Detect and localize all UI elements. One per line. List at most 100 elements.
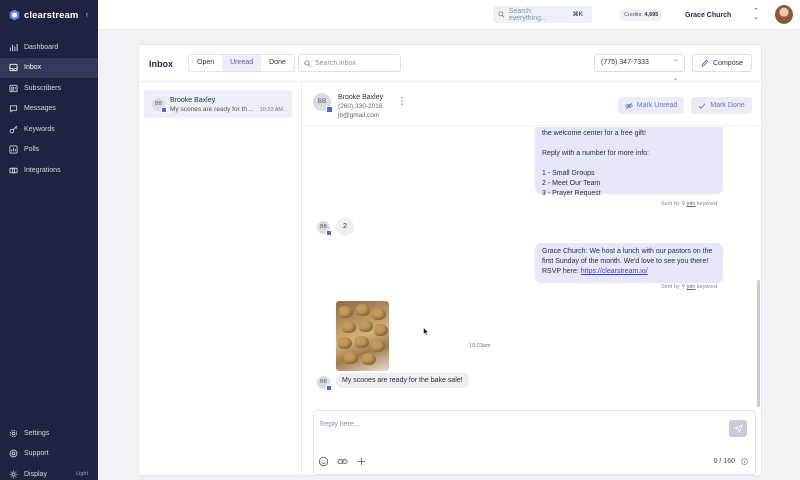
nav-label-dashboard: Dashboard <box>24 43 59 51</box>
keyword-link[interactable]: join <box>687 284 696 290</box>
rsvp-link[interactable]: https://clearstream.io/ <box>581 268 648 275</box>
link-button[interactable] <box>337 456 348 467</box>
nav-label-subscribers: Subscribers <box>24 84 61 92</box>
credits-value: 4,695 <box>644 12 659 18</box>
keywords-key-icon <box>9 125 18 134</box>
sent-by-label: Sent by ⚲ join keyword <box>661 201 718 207</box>
brand-name: clearstream <box>24 9 79 21</box>
brand[interactable]: clearstream <box>9 8 78 22</box>
link-icon <box>337 459 348 464</box>
nav-label-settings: Settings <box>24 429 50 437</box>
contact-avatar: BB <box>317 376 332 391</box>
reply-composer: 0 / 160 <box>313 410 756 475</box>
contact-name: Brooke Baxley <box>338 94 384 101</box>
messages-chat-icon <box>9 105 18 113</box>
send-button[interactable] <box>729 420 747 437</box>
info-icon[interactable] <box>741 458 748 465</box>
more-options-kebab-icon[interactable]: ⋯ <box>396 96 407 106</box>
inbox-search-input[interactable]: Search inbox <box>298 54 401 72</box>
scones-photo[interactable] <box>336 301 389 371</box>
sms-badge-icon <box>161 107 167 113</box>
incoming-message: 2 <box>336 218 354 236</box>
contact-avatar[interactable]: BB <box>313 93 333 113</box>
mark-done-button[interactable]: Mark Done <box>691 97 752 114</box>
top-bar: Search everything... ⌘K Credits: 4,695 G… <box>98 0 800 30</box>
tab-open[interactable]: Open <box>189 55 222 71</box>
global-search-placeholder: Search everything... <box>508 7 547 22</box>
nav-item-settings[interactable]: Settings <box>0 423 98 444</box>
nav-label-display: Display <box>24 470 47 478</box>
display-sun-icon <box>9 470 18 479</box>
contact-header: BB Brooke Baxley (260) 330-2016 jb@gmail… <box>303 82 762 126</box>
message-scrollbar[interactable] <box>757 280 760 407</box>
nav-label-inbox: Inbox <box>24 64 42 72</box>
sms-badge-icon <box>326 385 332 391</box>
character-count: 0 / 160 <box>713 458 735 465</box>
nav-label-keywords: Keywords <box>24 125 55 133</box>
contact-avatar: BB <box>152 98 167 113</box>
nav-item-subscribers[interactable]: Subscribers <box>0 78 98 99</box>
mark-unread-label: Mark Unread <box>636 102 678 109</box>
global-search-input[interactable]: Search everything... ⌘K <box>493 6 592 23</box>
key-icon: ⚲ <box>681 201 686 207</box>
sent-by-label: Sent by ⚲ join keyword <box>661 284 718 290</box>
nav-item-polls[interactable]: Polls <box>0 140 98 161</box>
inbox-filter-tabs: Open Unread Done <box>188 54 295 72</box>
conversation-thread: BB Brooke Baxley (260) 330-2016 jb@gmail… <box>303 81 762 476</box>
inbox-tray-icon <box>9 64 18 72</box>
tab-unread[interactable]: Unread <box>222 55 262 71</box>
inbox-panel: Inbox Open Unread Done Search inbox (775… <box>138 44 762 476</box>
search-shortcut: ⌘K <box>572 12 583 18</box>
inbox-search-placeholder: Search inbox <box>315 59 356 67</box>
page-title: Inbox <box>149 59 173 69</box>
message-time: 10:23am <box>469 343 491 349</box>
nav-label-integrations: Integrations <box>24 166 61 174</box>
main-nav: Dashboard Inbox Subscribers Messages Key… <box>0 37 98 181</box>
phone-number-value: (775) 347-7333 <box>601 59 649 66</box>
contact-email: jb@gmail.com <box>338 112 380 119</box>
tab-done[interactable]: Done <box>261 55 294 71</box>
nav-item-integrations[interactable]: Integrations <box>0 160 98 181</box>
credits-label: Credits: <box>624 12 643 18</box>
mark-done-label: Mark Done <box>710 102 745 109</box>
mark-unread-button[interactable]: Mark Unread <box>618 97 684 114</box>
check-icon <box>699 102 706 109</box>
nav-label-messages: Messages <box>24 105 56 113</box>
polls-icon <box>9 145 18 154</box>
nav-item-display[interactable]: Display Light <box>0 464 98 480</box>
pencil-icon <box>701 59 709 67</box>
sms-badge-icon <box>326 106 333 113</box>
conversation-item[interactable]: BB Brooke Baxley My scones are ready for… <box>144 90 292 118</box>
phone-number-select[interactable]: (775) 347-7333 ⌃ ⌄ <box>594 54 685 82</box>
user-avatar[interactable] <box>775 5 793 24</box>
sidebar-bottom-nav: Settings Support Display Light <box>0 423 98 480</box>
contact-phone: (260) 330-2016 <box>338 103 383 110</box>
message-list: the welcome center for a free gift! Repl… <box>303 127 762 407</box>
emoji-button[interactable] <box>318 456 329 467</box>
compose-button[interactable]: Compose <box>692 54 752 72</box>
keyword-link[interactable]: join <box>687 201 696 207</box>
nav-item-keywords[interactable]: Keywords <box>0 119 98 140</box>
conversation-name: Brooke Baxley <box>170 97 216 104</box>
outgoing-message: Grace Church: We host a lunch with our p… <box>535 243 723 283</box>
nav-item-support[interactable]: Support <box>0 444 98 465</box>
key-icon: ⚲ <box>681 284 686 290</box>
send-paper-plane-icon <box>733 424 743 433</box>
search-icon <box>498 11 505 18</box>
conversation-list: BB Brooke Baxley My scones are ready for… <box>139 81 302 476</box>
credits-badge[interactable]: Credits: 4,695 <box>620 9 663 21</box>
composer-tools <box>318 456 367 467</box>
nav-item-dashboard[interactable]: Dashboard <box>0 37 98 58</box>
collapse-sidebar-chevron-left-icon[interactable]: ‹ <box>82 9 92 19</box>
smiley-icon <box>318 456 329 467</box>
nav-item-inbox[interactable]: Inbox <box>0 57 98 78</box>
add-attachment-button[interactable] <box>356 456 367 467</box>
nav-item-messages[interactable]: Messages <box>0 99 98 120</box>
chevron-up-down-icon: ⌃ ⌄ <box>753 8 759 21</box>
settings-gear-icon <box>9 429 18 437</box>
clearstream-logo-icon <box>9 9 20 21</box>
organization-select[interactable]: Grace Church ⌃ ⌄ <box>685 8 761 22</box>
outgoing-message: the welcome center for a free gift! Repl… <box>535 127 723 197</box>
reply-input[interactable] <box>320 418 720 430</box>
plus-icon <box>357 457 366 466</box>
